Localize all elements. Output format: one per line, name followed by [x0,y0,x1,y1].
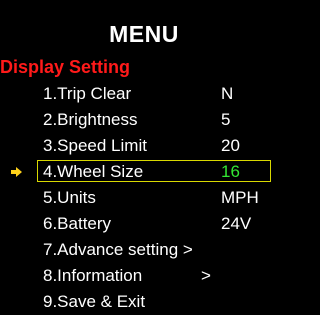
menu-item-label: 2.Brightness [43,110,138,129]
menu-item-advance-setting[interactable]: 7.Advance setting > [0,237,288,263]
menu-item-label: 3.Speed Limit [43,136,147,155]
menu-item-trip-clear[interactable]: 1.Trip Clear N [0,81,288,107]
menu-item-value: MPH [221,188,259,207]
menu-item-label: 9.Save & Exit [43,292,146,311]
menu-item-value: 5 [221,110,231,129]
menu-item-wheel-size[interactable]: 4.Wheel Size 16 [0,159,288,185]
section-heading-display-setting: Display Setting [0,57,131,77]
menu-item-value: 16 [221,162,240,181]
menu-item-label: 7.Advance setting > [43,240,193,259]
menu-item-label: 1.Trip Clear [43,84,132,103]
menu-item-label: 6.Battery [43,214,112,233]
menu-item-label: 5.Units [43,188,96,207]
menu-item-save-exit[interactable]: 9.Save & Exit [0,289,288,315]
menu-item-value: 20 [221,136,240,155]
menu-title: MENU [109,21,179,47]
menu-item-units[interactable]: 5.Units MPH [0,185,288,211]
menu-item-value: 24V [221,214,252,233]
menu-item-label: 4.Wheel Size [43,162,144,181]
menu-item-speed-limit[interactable]: 3.Speed Limit 20 [0,133,288,159]
menu-item-value: N [221,84,234,103]
menu-item-battery[interactable]: 6.Battery 24V [0,211,288,237]
menu-item-information[interactable]: 8.Information > [0,263,288,289]
arrow-right-icon [11,167,22,177]
menu-item-brightness[interactable]: 2.Brightness 5 [0,107,288,133]
menu-item-value: > [201,266,211,285]
menu-item-label: 8.Information [43,266,143,285]
